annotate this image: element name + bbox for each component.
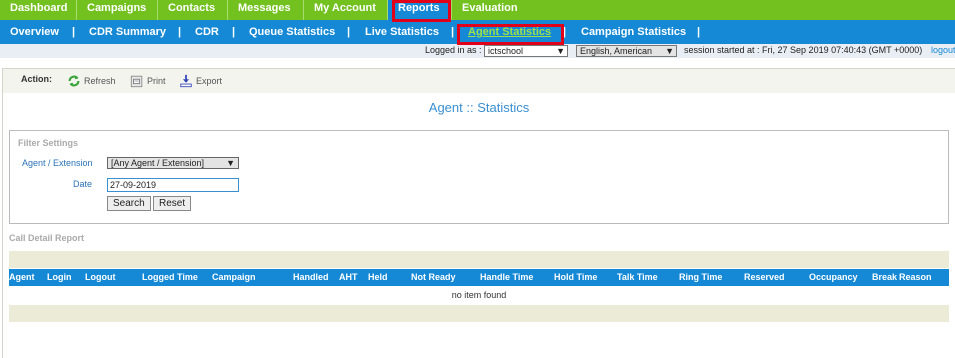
column-header: Hold Time [554, 272, 598, 282]
subnav-separator: | [232, 26, 236, 38]
subnav-cdr-summary[interactable]: CDR Summary [89, 20, 166, 44]
print-icon [130, 75, 143, 88]
filter-title: Filter Settings [18, 138, 79, 148]
nav-my-account[interactable]: My Account [304, 0, 388, 20]
column-header: Login [47, 272, 72, 282]
column-header: Reserved [744, 272, 785, 282]
page-title: Agent :: Statistics [428, 100, 530, 115]
refresh-button[interactable]: Refresh [67, 74, 116, 88]
refresh-icon [68, 75, 80, 87]
action-toolbar: Action: Refresh Print Export [3, 69, 955, 93]
report-footer-band [9, 305, 949, 322]
agent-extension-select[interactable]: [Any Agent / Extension] ▼ [107, 157, 239, 169]
agent-extension-label: Agent / Extension [22, 158, 93, 168]
subnav-separator: | [451, 26, 455, 38]
column-header: Talk Time [617, 272, 658, 282]
subnav-separator: | [697, 26, 701, 38]
language-select-value: English, American [580, 46, 653, 56]
user-select-value: ictschool [488, 46, 524, 56]
nav-contacts[interactable]: Contacts [158, 0, 228, 20]
column-header: Handled [293, 272, 329, 282]
content-area: Agent :: Statistics Filter Settings Agen… [3, 93, 955, 358]
dropdown-arrow-icon: ▼ [226, 158, 235, 168]
search-button[interactable]: Search [107, 196, 151, 211]
column-header: Campaign [212, 272, 256, 282]
column-header: Logged Time [142, 272, 198, 282]
subnav-live-statistics[interactable]: Live Statistics [365, 20, 439, 44]
report-title: Call Detail Report [9, 233, 85, 243]
highlight-box [457, 24, 564, 45]
filter-settings-box: Filter Settings Agent / Extension [Any A… [9, 130, 949, 224]
dropdown-arrow-icon: ▼ [665, 46, 674, 56]
language-select[interactable]: English, American ▼ [576, 45, 677, 57]
status-bar: Logged in as : ictschool ▼ English, Amer… [0, 44, 955, 58]
column-header: Reason [899, 272, 932, 282]
report-table-header: Agent Login Logout Logged Time Campaign … [9, 269, 949, 286]
export-label: Export [196, 76, 223, 86]
subnav-overview[interactable]: Overview [10, 20, 59, 44]
report-toolbar-band [9, 251, 949, 268]
column-header: Ring Time [679, 272, 723, 282]
print-label: Print [147, 76, 166, 86]
export-icon [180, 74, 192, 88]
dropdown-arrow-icon: ▼ [556, 46, 565, 56]
column-header: Handle Time [480, 272, 534, 282]
subnav-cdr[interactable]: CDR [195, 20, 219, 44]
session-text: session started at : Fri, 27 Sep 2019 07… [684, 45, 923, 55]
reset-button[interactable]: Reset [153, 196, 192, 211]
subnav-separator: | [347, 26, 351, 38]
subnav-separator: | [72, 26, 76, 38]
print-button[interactable]: Print [130, 74, 166, 88]
column-header: Break [872, 272, 898, 282]
date-input[interactable]: 27-09-2019 [107, 178, 239, 192]
highlight-box [392, 0, 451, 22]
agent-extension-value: [Any Agent / Extension] [111, 158, 205, 168]
logout-link[interactable]: logout [931, 45, 955, 55]
nav-campaigns[interactable]: Campaigns [77, 0, 158, 20]
nav-messages[interactable]: Messages [228, 0, 304, 20]
action-label: Action: [21, 74, 52, 84]
subnav-campaign-statistics[interactable]: Campaign Statistics [581, 20, 686, 44]
refresh-label: Refresh [84, 76, 116, 86]
nav-evaluation[interactable]: Evaluation [452, 0, 530, 20]
empty-table-message: no item found [9, 286, 949, 304]
date-label: Date [73, 179, 93, 189]
user-select[interactable]: ictschool ▼ [484, 45, 568, 57]
column-header: Agent [9, 272, 35, 282]
column-header: Held [368, 272, 388, 282]
subnav-queue-statistics[interactable]: Queue Statistics [249, 20, 335, 44]
column-header: Occupancy [809, 272, 858, 282]
subnav-separator: | [178, 26, 182, 38]
column-header: Not Ready [411, 272, 456, 282]
nav-dashboard[interactable]: Dashboard [0, 0, 77, 20]
export-button[interactable]: Export [179, 74, 222, 88]
top-nav: Dashboard Campaigns Contacts Messages My… [0, 0, 955, 20]
logged-in-label: Logged in as : [425, 45, 482, 55]
column-header: AHT [339, 272, 358, 282]
column-header: Logout [85, 272, 116, 282]
